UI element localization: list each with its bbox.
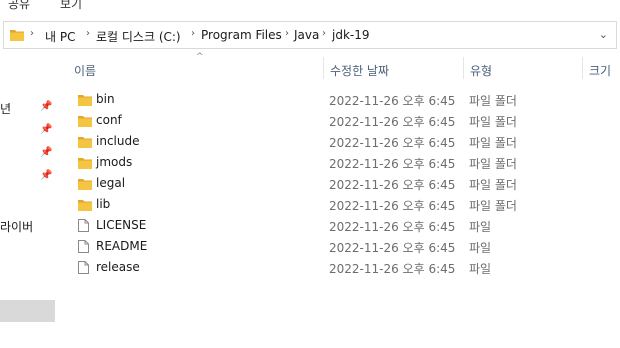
chevron-right-icon[interactable]: › bbox=[322, 28, 326, 39]
file-icon bbox=[78, 240, 89, 253]
nav-item-selected[interactable] bbox=[0, 300, 55, 322]
ribbon-tab-view[interactable]: 보기 bbox=[60, 0, 82, 12]
chevron-right-icon[interactable]: › bbox=[285, 28, 289, 39]
file-row[interactable]: include 2022-11-26 오후 6:45 파일 폴더 bbox=[70, 132, 620, 153]
column-header-modified[interactable]: 수정한 날짜 bbox=[330, 62, 389, 79]
folder-icon bbox=[78, 158, 92, 169]
file-date: 2022-11-26 오후 6:45 bbox=[329, 136, 456, 150]
file-type: 파일 폴더 bbox=[469, 136, 517, 150]
folder-icon bbox=[78, 179, 92, 190]
column-header-name[interactable]: 이름 bbox=[74, 62, 96, 79]
file-icon bbox=[78, 219, 89, 232]
pin-icon[interactable]: 📌 bbox=[40, 124, 52, 135]
file-name[interactable]: README bbox=[96, 239, 147, 253]
nav-item-library[interactable]: 라이버 bbox=[0, 218, 33, 235]
file-date: 2022-11-26 오후 6:45 bbox=[329, 178, 456, 192]
file-icon bbox=[78, 261, 89, 274]
column-divider[interactable] bbox=[463, 57, 464, 79]
file-row[interactable]: legal 2022-11-26 오후 6:45 파일 폴더 bbox=[70, 174, 620, 195]
breadcrumb-jdk-19[interactable]: jdk-19 bbox=[332, 28, 370, 42]
file-date: 2022-11-26 오후 6:45 bbox=[329, 220, 456, 234]
pin-icon[interactable]: 📌 bbox=[40, 170, 52, 181]
folder-icon bbox=[78, 137, 92, 148]
file-row[interactable]: LICENSE 2022-11-26 오후 6:45 파일 bbox=[70, 216, 620, 237]
file-type: 파일 폴더 bbox=[469, 178, 517, 192]
file-type: 파일 bbox=[469, 220, 492, 234]
breadcrumb-this-pc[interactable]: 내 PC bbox=[45, 28, 75, 45]
file-type: 파일 폴더 bbox=[469, 94, 517, 108]
ribbon-tab-share[interactable]: 공유 bbox=[8, 0, 30, 12]
file-name[interactable]: conf bbox=[96, 113, 122, 127]
sort-up-icon: ^ bbox=[196, 52, 204, 62]
file-date: 2022-11-26 오후 6:45 bbox=[329, 157, 456, 171]
file-name[interactable]: bin bbox=[96, 92, 115, 106]
address-bar[interactable]: › 내 PC › 로컬 디스크 (C:) › Program Files › J… bbox=[3, 21, 617, 49]
chevron-right-icon[interactable]: › bbox=[30, 28, 34, 39]
file-row[interactable]: conf 2022-11-26 오후 6:45 파일 폴더 bbox=[70, 111, 620, 132]
pin-icon[interactable]: 📌 bbox=[40, 147, 52, 158]
file-date: 2022-11-26 오후 6:45 bbox=[329, 262, 456, 276]
file-date: 2022-11-26 오후 6:45 bbox=[329, 94, 456, 108]
file-name[interactable]: lib bbox=[96, 197, 110, 211]
nav-item-quick-access[interactable]: 년 bbox=[0, 100, 11, 117]
chevron-right-icon[interactable]: › bbox=[191, 28, 195, 39]
file-type: 파일 bbox=[469, 262, 492, 276]
file-row[interactable]: jmods 2022-11-26 오후 6:45 파일 폴더 bbox=[70, 153, 620, 174]
column-divider[interactable] bbox=[323, 57, 324, 79]
file-name[interactable]: jmods bbox=[96, 155, 132, 169]
file-date: 2022-11-26 오후 6:45 bbox=[329, 241, 456, 255]
file-name[interactable]: include bbox=[96, 134, 139, 148]
file-name[interactable]: LICENSE bbox=[96, 218, 146, 232]
pin-icon[interactable]: 📌 bbox=[40, 101, 52, 112]
file-name[interactable]: legal bbox=[96, 176, 125, 190]
breadcrumb-program-files[interactable]: Program Files bbox=[201, 28, 282, 42]
folder-icon bbox=[78, 116, 92, 127]
column-header-type[interactable]: 유형 bbox=[470, 62, 492, 79]
file-type: 파일 폴더 bbox=[469, 157, 517, 171]
ribbon-tabs: 공유 보기 bbox=[0, 0, 620, 20]
file-date: 2022-11-26 오후 6:45 bbox=[329, 115, 456, 129]
breadcrumb-local-disk[interactable]: 로컬 디스크 (C:) bbox=[96, 28, 181, 45]
file-date: 2022-11-26 오후 6:45 bbox=[329, 199, 456, 213]
chevron-right-icon[interactable]: › bbox=[86, 28, 90, 39]
breadcrumb-java[interactable]: Java bbox=[294, 28, 319, 42]
file-type: 파일 bbox=[469, 241, 492, 255]
file-row[interactable]: README 2022-11-26 오후 6:45 파일 bbox=[70, 237, 620, 258]
file-row[interactable]: lib 2022-11-26 오후 6:45 파일 폴더 bbox=[70, 195, 620, 216]
folder-icon bbox=[78, 95, 92, 106]
file-row[interactable]: bin 2022-11-26 오후 6:45 파일 폴더 bbox=[70, 90, 620, 111]
column-header-size[interactable]: 크기 bbox=[589, 62, 611, 79]
file-name[interactable]: release bbox=[96, 260, 140, 274]
file-row[interactable]: release 2022-11-26 오후 6:45 파일 bbox=[70, 258, 620, 279]
chevron-down-icon[interactable]: ⌄ bbox=[599, 28, 608, 41]
file-type: 파일 폴더 bbox=[469, 199, 517, 213]
column-divider[interactable] bbox=[582, 57, 583, 79]
file-type: 파일 폴더 bbox=[469, 115, 517, 129]
folder-icon bbox=[78, 200, 92, 211]
folder-icon bbox=[10, 30, 24, 41]
